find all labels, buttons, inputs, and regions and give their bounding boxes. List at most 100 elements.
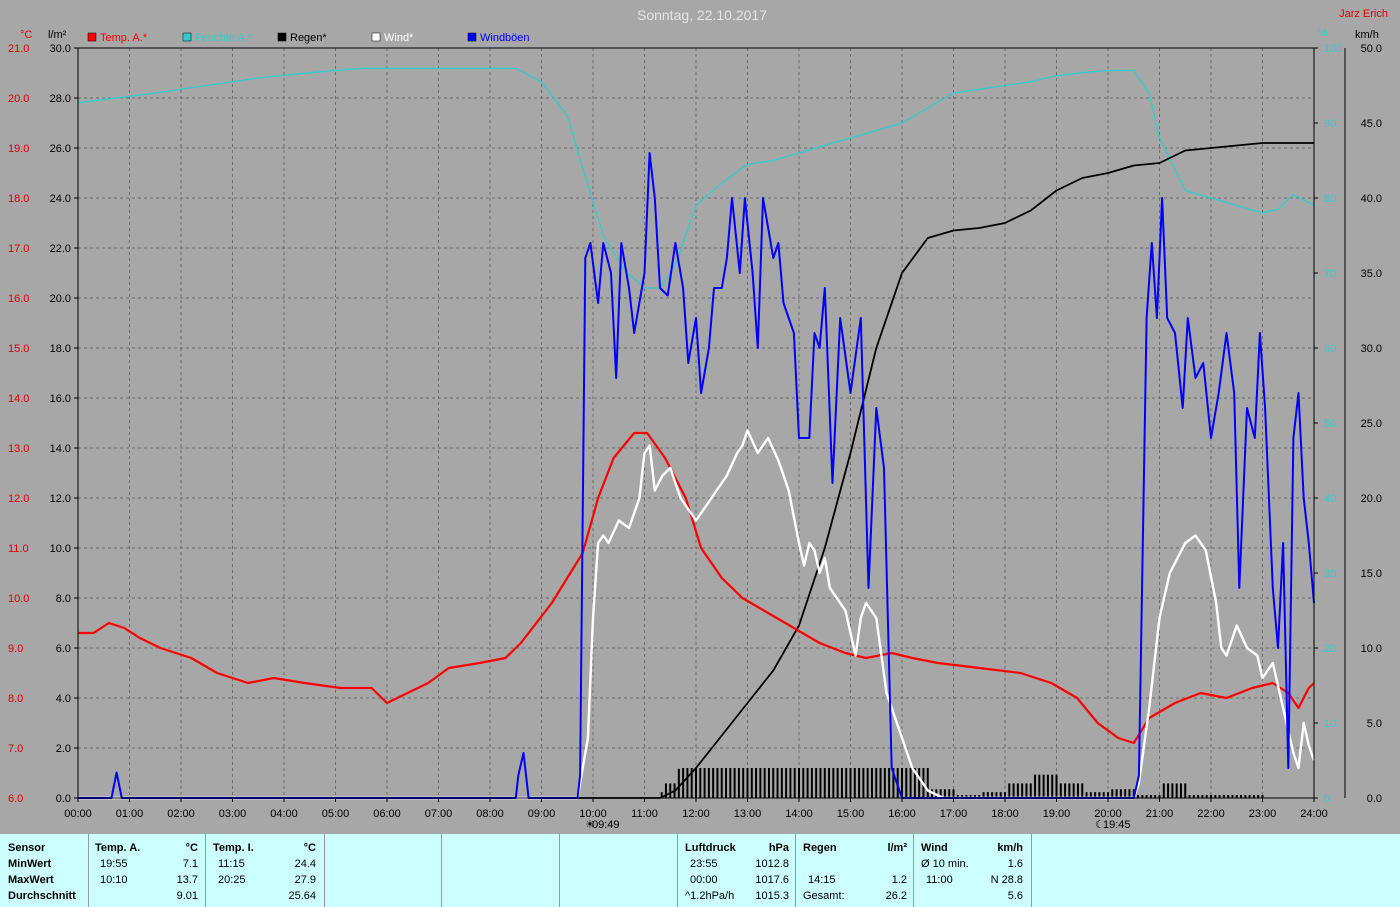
rain-max: 1.2	[891, 874, 907, 886]
temp-tick-label: 17.0	[8, 243, 29, 255]
temp-tick-label: 11.0	[8, 543, 29, 555]
pressure-unit: hPa	[768, 842, 789, 854]
rain-unit-label: l/m²	[48, 29, 67, 41]
rain-tick-label: 16.0	[50, 393, 71, 405]
rain-total-label: Gesamt:	[803, 890, 845, 902]
rain-tick-label: 18.0	[50, 343, 71, 355]
time-tick-label: 02:00	[167, 808, 195, 820]
time-tick-label: 09:00	[528, 808, 556, 820]
rain-tick-label: 30.0	[50, 43, 71, 55]
pressure-min-time: 23:55	[690, 858, 718, 870]
wind-header: Wind	[921, 842, 948, 854]
weather-chart: 21.0 30.0 20.0 28.0 19.0 26.0 18.0 24.0 17.0 22.0…	[0, 0, 1400, 834]
chart-background	[0, 0, 1400, 834]
temp-tick-label: 20.0	[8, 93, 29, 105]
legend-label: Feuchte A.*	[195, 32, 253, 44]
humidity-tick-label: 0	[1324, 793, 1330, 805]
temp-tick-label: 6.0	[8, 793, 23, 805]
wind-tick-label: 10.0	[1361, 643, 1382, 655]
rain-tick-label: 14.0	[50, 443, 71, 455]
temp-a-unit: °C	[185, 842, 198, 854]
pressure-max-time: 00:00	[690, 874, 718, 886]
temp-tick-label: 16.0	[8, 293, 29, 305]
temp-unit-label: °C	[20, 29, 32, 41]
time-tick-label: 18:00	[991, 808, 1019, 820]
rain-tick-label: 2.0	[56, 743, 71, 755]
legend-swatch	[182, 32, 192, 42]
temp-a-avg: 9.01	[176, 890, 198, 902]
legend-swatch	[371, 32, 381, 42]
durchschnitt-label: Durchschnitt	[8, 890, 76, 902]
legend-label: Wind*	[384, 32, 414, 44]
wind-tick-label: 5.0	[1367, 718, 1382, 730]
sunset-time: 19:45	[1103, 819, 1131, 831]
time-tick-label: 24:00	[1300, 808, 1328, 820]
time-tick-label: 08:00	[476, 808, 504, 820]
legend-swatch	[277, 32, 287, 42]
wind-mean: 5.6	[1007, 890, 1023, 902]
legend-label: Temp. A.*	[100, 32, 148, 44]
time-tick-label: 16:00	[888, 808, 916, 820]
wind-avg-label: Ø 10 min.	[921, 858, 969, 870]
humidity-tick-label: 90	[1324, 118, 1336, 130]
temp-i-max: 27.9	[294, 874, 316, 886]
pressure-trend: ^1.2hPa/h	[685, 890, 735, 902]
time-tick-label: 19:00	[1043, 808, 1071, 820]
credit-label: Jarz Erich	[1339, 8, 1388, 20]
wind-tick-label: 50.0	[1361, 43, 1382, 55]
time-tick-label: 01:00	[116, 808, 144, 820]
maxwert-label: MaxWert	[8, 874, 54, 886]
wind-unit-label: km/h	[1355, 29, 1379, 41]
time-tick-label: 15:00	[837, 808, 865, 820]
humidity-tick-label: 20	[1324, 643, 1336, 655]
rain-tick-label: 26.0	[50, 143, 71, 155]
humidity-tick-label: 60	[1324, 343, 1336, 355]
legend-swatch	[467, 32, 477, 42]
temp-i-min-time: 11:15	[218, 858, 245, 870]
pressure-trend-value: 1015.3	[755, 890, 789, 902]
temp-tick-label: 21.0	[8, 43, 29, 55]
temp-a-min: 7.1	[182, 858, 198, 870]
wind-tick-label: 45.0	[1361, 118, 1382, 130]
temp-tick-label: 8.0	[8, 693, 23, 705]
time-tick-label: 17:00	[940, 808, 968, 820]
rain-tick-label: 20.0	[50, 293, 71, 305]
rain-tick-label: 28.0	[50, 93, 71, 105]
humidity-tick-label: 70	[1324, 268, 1336, 280]
wind-max: N 28.8	[990, 874, 1023, 886]
wind-tick-label: 40.0	[1361, 193, 1382, 205]
time-tick-label: 21:00	[1146, 808, 1174, 820]
rain-tick-label: 6.0	[56, 643, 71, 655]
chart-title: Sonntag, 22.10.2017	[637, 7, 767, 23]
temp-tick-label: 13.0	[8, 443, 29, 455]
time-tick-label: 00:00	[64, 808, 92, 820]
wind-tick-label: 0.0	[1367, 793, 1382, 805]
sensor-header: Sensor	[8, 842, 46, 854]
temp-tick-label: 14.0	[8, 393, 29, 405]
humidity-unit-label: %	[1318, 27, 1328, 39]
wind-unit: km/h	[997, 842, 1023, 854]
pressure-min: 1012.8	[755, 858, 789, 870]
time-tick-label: 11:00	[631, 808, 658, 820]
temp-i-avg: 25.64	[288, 890, 316, 902]
legend-label: Regen*	[290, 32, 327, 44]
wind-tick-label: 30.0	[1361, 343, 1382, 355]
temp-tick-label: 19.0	[8, 143, 29, 155]
time-tick-label: 22:00	[1197, 808, 1225, 820]
temp-i-min: 24.4	[294, 858, 316, 870]
rain-tick-label: 0.0	[56, 793, 71, 805]
humidity-tick-label: 100	[1324, 43, 1342, 55]
time-tick-label: 23:00	[1249, 808, 1277, 820]
rain-tick-label: 4.0	[56, 693, 71, 705]
rain-unit: l/m²	[887, 842, 907, 854]
humidity-tick-label: 40	[1324, 493, 1336, 505]
time-tick-label: 14:00	[785, 808, 813, 820]
temp-a-max-time: 10:10	[100, 874, 128, 886]
rain-max-time: 14:15	[808, 874, 836, 886]
rain-tick-label: 12.0	[50, 493, 71, 505]
pressure-header: Luftdruck	[685, 842, 736, 854]
pressure-max: 1017.6	[755, 874, 789, 886]
rain-header: Regen	[803, 842, 837, 854]
temp-i-unit: °C	[303, 842, 316, 854]
time-tick-label: 07:00	[425, 808, 453, 820]
